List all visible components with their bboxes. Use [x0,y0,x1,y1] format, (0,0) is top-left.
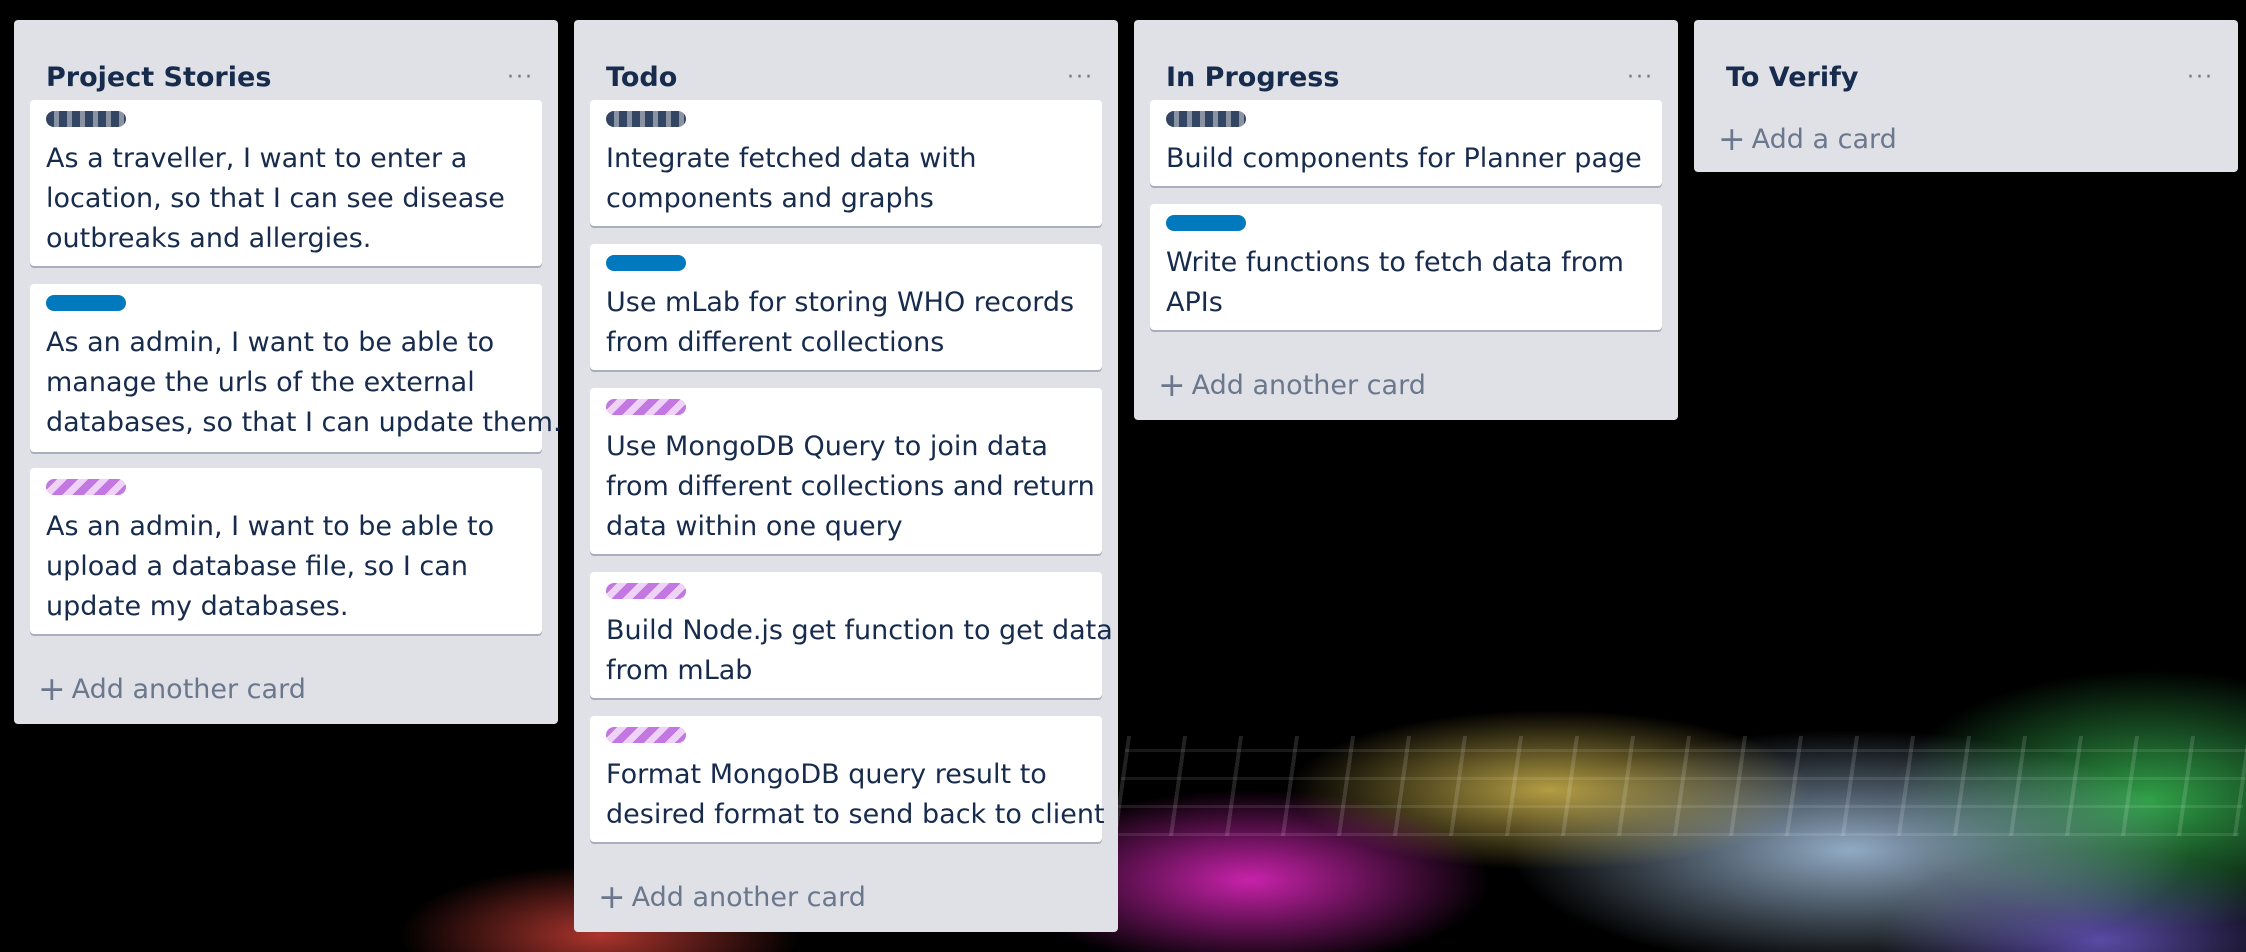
list-title[interactable]: To Verify [1726,64,1858,91]
card[interactable]: Use MongoDB Query to join data from diff… [590,388,1102,554]
list-title[interactable]: Project Stories [46,64,271,91]
card-label-blue[interactable] [606,255,686,271]
keyboard-background-image [1112,736,2246,836]
plus-icon: + [1718,119,1746,158]
list-in-progress: In Progress ··· Build components for Pla… [1134,20,1678,420]
card-label-striped-purple[interactable] [606,583,686,599]
card-label-striped-purple[interactable] [46,479,126,495]
list-to-verify: To Verify ··· + Add a card [1694,20,2238,172]
card-title: As a traveller, I want to enter a locati… [46,143,505,254]
card-title: Use mLab for storing WHO records from di… [606,287,1075,358]
card-title: Build components for Planner page [1166,143,1642,174]
ellipsis-icon[interactable]: ··· [1067,67,1094,89]
card-label-striped-purple[interactable] [606,399,686,415]
card-title: Write functions to fetch data from APIs [1166,247,1624,318]
card-label-striped-slate[interactable] [1166,111,1246,127]
ellipsis-icon[interactable]: ··· [507,67,534,89]
add-card-button[interactable]: + Add another card [38,669,306,708]
add-card-label: Add another card [631,882,866,913]
card-label-blue[interactable] [1166,215,1246,231]
card-label-striped-slate[interactable] [606,111,686,127]
card-title: Build Node.js get function to get data f… [606,615,1113,686]
card[interactable]: Integrate fetched data with components a… [590,100,1102,226]
list-project-stories: Project Stories ··· As a traveller, I wa… [14,20,562,724]
card[interactable]: Build Node.js get function to get data f… [590,572,1113,698]
card[interactable]: As a traveller, I want to enter a locati… [30,100,542,266]
card[interactable]: As an admin, I want to be able to upload… [30,468,542,634]
plus-icon: + [38,669,66,708]
card[interactable]: Format MongoDB query result to desired f… [590,716,1105,842]
plus-icon: + [598,877,626,916]
ellipsis-icon[interactable]: ··· [1627,67,1654,89]
plus-icon: + [1158,365,1186,404]
card-title: Use MongoDB Query to join data from diff… [606,431,1095,542]
add-card-button[interactable]: + Add a card [1718,119,1897,158]
add-card-label: Add a card [1751,124,1897,155]
card-label-striped-slate[interactable] [46,111,126,127]
card-label-striped-purple[interactable] [606,727,686,743]
list-title[interactable]: In Progress [1166,64,1339,91]
card-title: Integrate fetched data with components a… [606,143,977,214]
card[interactable]: Build components for Planner page [1150,100,1662,186]
card-title: As an admin, I want to be able to upload… [46,511,495,622]
add-card-button[interactable]: + Add another card [1158,365,1426,404]
card-title: As an admin, I want to be able to manage… [46,327,562,438]
card[interactable]: Write functions to fetch data from APIs [1150,204,1662,330]
card-title: Format MongoDB query result to desired f… [606,759,1105,830]
add-card-label: Add another card [71,674,306,705]
list-title[interactable]: Todo [606,64,677,91]
card-label-blue[interactable] [46,295,126,311]
ellipsis-icon[interactable]: ··· [2187,67,2214,89]
add-card-label: Add another card [1191,370,1426,401]
card[interactable]: As an admin, I want to be able to manage… [30,284,562,452]
list-todo: Todo ··· Integrate fetched data with com… [574,20,1118,932]
card[interactable]: Use mLab for storing WHO records from di… [590,244,1102,370]
add-card-button[interactable]: + Add another card [598,877,866,916]
